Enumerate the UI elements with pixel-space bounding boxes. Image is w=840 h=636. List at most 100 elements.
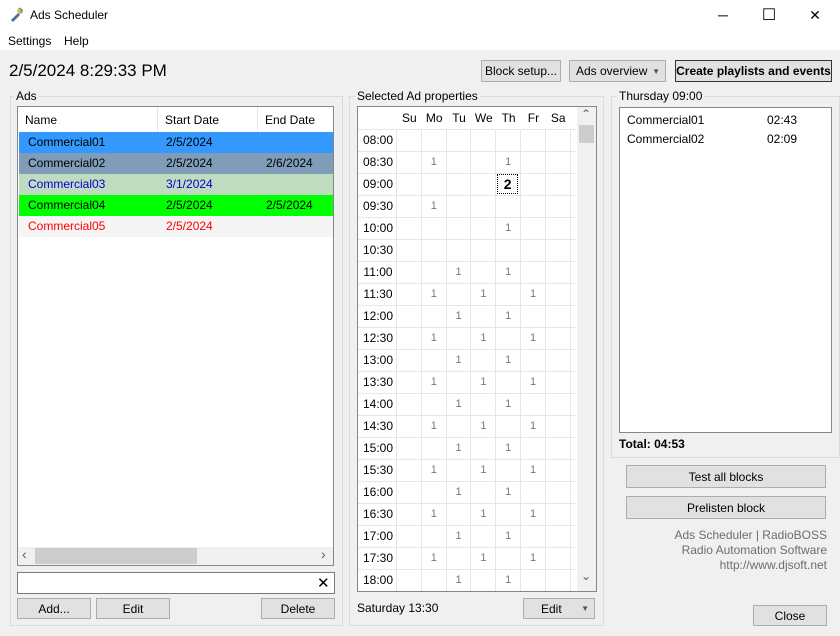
schedule-cell[interactable] — [397, 195, 421, 217]
schedule-cell[interactable] — [471, 261, 495, 283]
scroll-left-icon[interactable]: ‹ — [22, 546, 27, 562]
ads-filter-input[interactable] — [17, 572, 335, 594]
schedule-cell[interactable] — [422, 569, 446, 591]
time-slot-label[interactable]: 13:30 — [359, 371, 397, 393]
schedule-cell[interactable]: 1 — [496, 261, 520, 283]
schedule-cell[interactable] — [496, 327, 520, 349]
schedule-cell[interactable]: 1 — [496, 349, 520, 371]
schedule-cell[interactable] — [422, 349, 446, 371]
schedule-cell[interactable] — [422, 261, 446, 283]
schedule-cell[interactable]: 1 — [496, 151, 520, 173]
schedule-cell[interactable] — [397, 349, 421, 371]
create-playlists-button[interactable]: Create playlists and events — [675, 60, 832, 82]
schedule-cell[interactable] — [521, 173, 545, 195]
schedule-cell[interactable] — [521, 349, 545, 371]
schedule-cell[interactable]: 1 — [447, 261, 471, 283]
schedule-cell[interactable] — [447, 503, 471, 525]
schedule-cell[interactable]: 1 — [521, 503, 545, 525]
schedule-cell[interactable] — [471, 217, 495, 239]
schedule-cell[interactable]: 1 — [471, 547, 495, 569]
schedule-cell[interactable] — [471, 393, 495, 415]
schedule-cell[interactable]: 1 — [496, 305, 520, 327]
schedule-cell[interactable] — [521, 217, 545, 239]
schedule-cell[interactable] — [546, 239, 570, 261]
schedule-cell[interactable] — [521, 129, 545, 151]
schedule-cell[interactable]: 1 — [521, 415, 545, 437]
menu-help[interactable]: Help — [64, 34, 89, 48]
schedule-cell[interactable] — [496, 195, 520, 217]
schedule-cell[interactable] — [546, 129, 570, 151]
scroll-right-icon[interactable]: › — [321, 546, 326, 562]
schedule-cell[interactable]: 1 — [422, 503, 446, 525]
schedule-cell[interactable] — [397, 239, 421, 261]
schedule-cell[interactable] — [521, 393, 545, 415]
schedule-cell[interactable] — [397, 503, 421, 525]
day-header[interactable]: Mo — [422, 107, 447, 129]
time-slot-label[interactable]: 10:30 — [359, 239, 397, 261]
time-slot-label[interactable]: 14:30 — [359, 415, 397, 437]
schedule-cell[interactable]: 1 — [422, 459, 446, 481]
schedule-cell[interactable] — [546, 393, 570, 415]
schedule-cell[interactable]: 1 — [521, 547, 545, 569]
schedule-cell[interactable] — [471, 305, 495, 327]
block-item-name[interactable]: Commercial02 — [627, 132, 704, 146]
test-all-blocks-button[interactable]: Test all blocks — [626, 465, 826, 488]
time-slot-label[interactable]: 16:00 — [359, 481, 397, 503]
schedule-cell[interactable] — [496, 503, 520, 525]
schedule-cell[interactable]: 1 — [422, 547, 446, 569]
schedule-cell[interactable]: 1 — [471, 459, 495, 481]
block-item-name[interactable]: Commercial01 — [627, 113, 704, 127]
schedule-cell[interactable]: 1 — [521, 371, 545, 393]
close-window-button[interactable]: ✕ — [792, 0, 838, 30]
schedule-cell[interactable] — [496, 459, 520, 481]
day-header[interactable]: Su — [397, 107, 422, 129]
schedule-cell[interactable] — [521, 195, 545, 217]
schedule-cell[interactable] — [546, 569, 570, 591]
schedule-cell[interactable] — [471, 173, 495, 195]
schedule-cell[interactable] — [546, 525, 570, 547]
schedule-cell[interactable] — [546, 481, 570, 503]
day-header[interactable]: Sa — [546, 107, 571, 129]
schedule-cell[interactable] — [471, 195, 495, 217]
schedule-cell[interactable] — [546, 283, 570, 305]
schedule-cell[interactable] — [447, 195, 471, 217]
edit-ad-button[interactable]: Edit — [96, 598, 170, 619]
schedule-cell[interactable]: 1 — [471, 283, 495, 305]
time-slot-label[interactable]: 09:30 — [359, 195, 397, 217]
time-slot-label[interactable]: 11:30 — [359, 283, 397, 305]
schedule-cell[interactable] — [546, 173, 570, 195]
schedule-cell[interactable]: 1 — [521, 283, 545, 305]
schedule-cell[interactable] — [447, 217, 471, 239]
schedule-cell[interactable] — [422, 239, 446, 261]
schedule-cell[interactable] — [546, 195, 570, 217]
schedule-cell[interactable] — [422, 129, 446, 151]
scroll-up-icon[interactable]: ⌃ — [581, 107, 591, 121]
schedule-cell[interactable] — [546, 305, 570, 327]
schedule-cell[interactable] — [471, 569, 495, 591]
schedule-cell[interactable] — [546, 327, 570, 349]
schedule-cell[interactable] — [397, 327, 421, 349]
schedule-cell[interactable]: 1 — [447, 437, 471, 459]
block-contents-list[interactable]: Commercial01 02:43 Commercial02 02:09 — [619, 107, 832, 433]
schedule-cell[interactable]: 1 — [422, 195, 446, 217]
schedule-cell[interactable] — [397, 305, 421, 327]
schedule-cell[interactable] — [397, 261, 421, 283]
schedule-cell[interactable]: 1 — [521, 459, 545, 481]
scroll-down-icon[interactable]: ⌄ — [581, 569, 591, 583]
schedule-cell[interactable] — [471, 525, 495, 547]
schedule-cell[interactable] — [546, 459, 570, 481]
schedule-grid[interactable]: Su Mo Tu We Th Fr Sa 08:00 08:30 1 1 09:00 2 09:30 1 10… — [357, 106, 597, 592]
schedule-cell[interactable] — [496, 129, 520, 151]
ad-row[interactable]: Commercial05 2/5/2024 — [19, 216, 333, 237]
schedule-cell[interactable] — [397, 569, 421, 591]
vertical-scroll-thumb[interactable] — [579, 125, 594, 143]
schedule-cell[interactable] — [546, 217, 570, 239]
column-header-start-date[interactable]: Start Date — [158, 107, 258, 133]
ads-overview-dropdown[interactable]: Ads overview ▼ — [569, 60, 666, 82]
ad-row[interactable]: Commercial01 2/5/2024 — [19, 132, 333, 153]
schedule-cell[interactable]: 1 — [447, 349, 471, 371]
app-info-link[interactable]: http://www.djsoft.net — [640, 558, 827, 573]
schedule-cell[interactable] — [546, 503, 570, 525]
schedule-cell[interactable] — [521, 437, 545, 459]
edit-schedule-dropdown[interactable]: Edit ▼ — [523, 598, 595, 619]
